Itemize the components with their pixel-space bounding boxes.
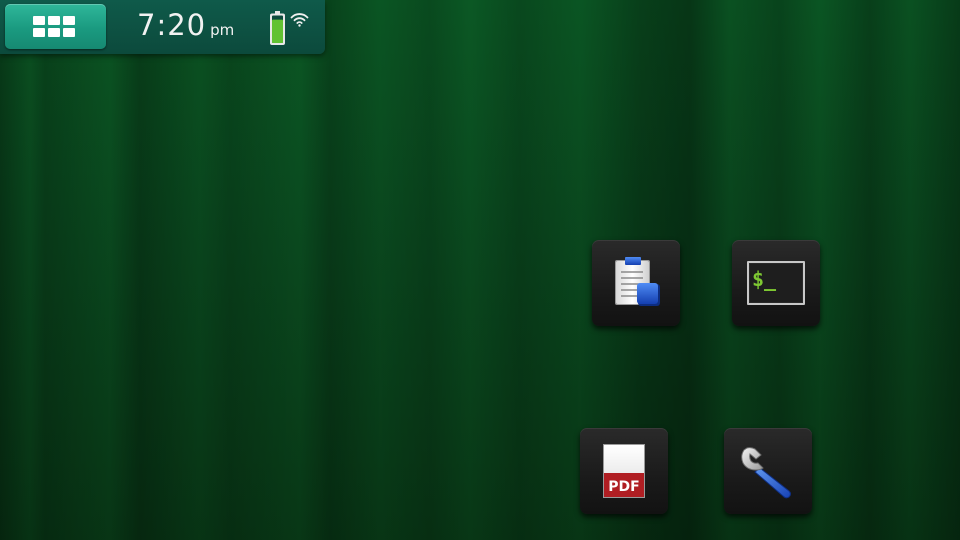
pdf-label: PDF <box>608 479 639 495</box>
wrench-icon <box>741 447 791 499</box>
status-bar: 7:20 pm <box>0 0 325 54</box>
battery-icon[interactable] <box>269 11 286 46</box>
clipboard-document-icon <box>615 257 660 306</box>
clock-time: 7:20 <box>137 8 207 42</box>
wifi-icon[interactable] <box>290 11 309 27</box>
terminal-prompt-glyph: $_ <box>752 267 777 291</box>
pdf-document-icon: PDF <box>603 444 645 498</box>
clipboard-app-tile[interactable] <box>592 240 680 326</box>
terminal-icon: $_ <box>747 261 805 305</box>
clock: 7:20 pm <box>137 8 234 42</box>
grid-icon <box>33 16 75 37</box>
pdf-app-tile[interactable]: PDF <box>580 428 668 514</box>
terminal-app-tile[interactable]: $_ <box>732 240 820 326</box>
clock-ampm: pm <box>210 21 235 39</box>
settings-app-tile[interactable] <box>724 428 812 514</box>
app-menu-button[interactable] <box>5 4 106 49</box>
